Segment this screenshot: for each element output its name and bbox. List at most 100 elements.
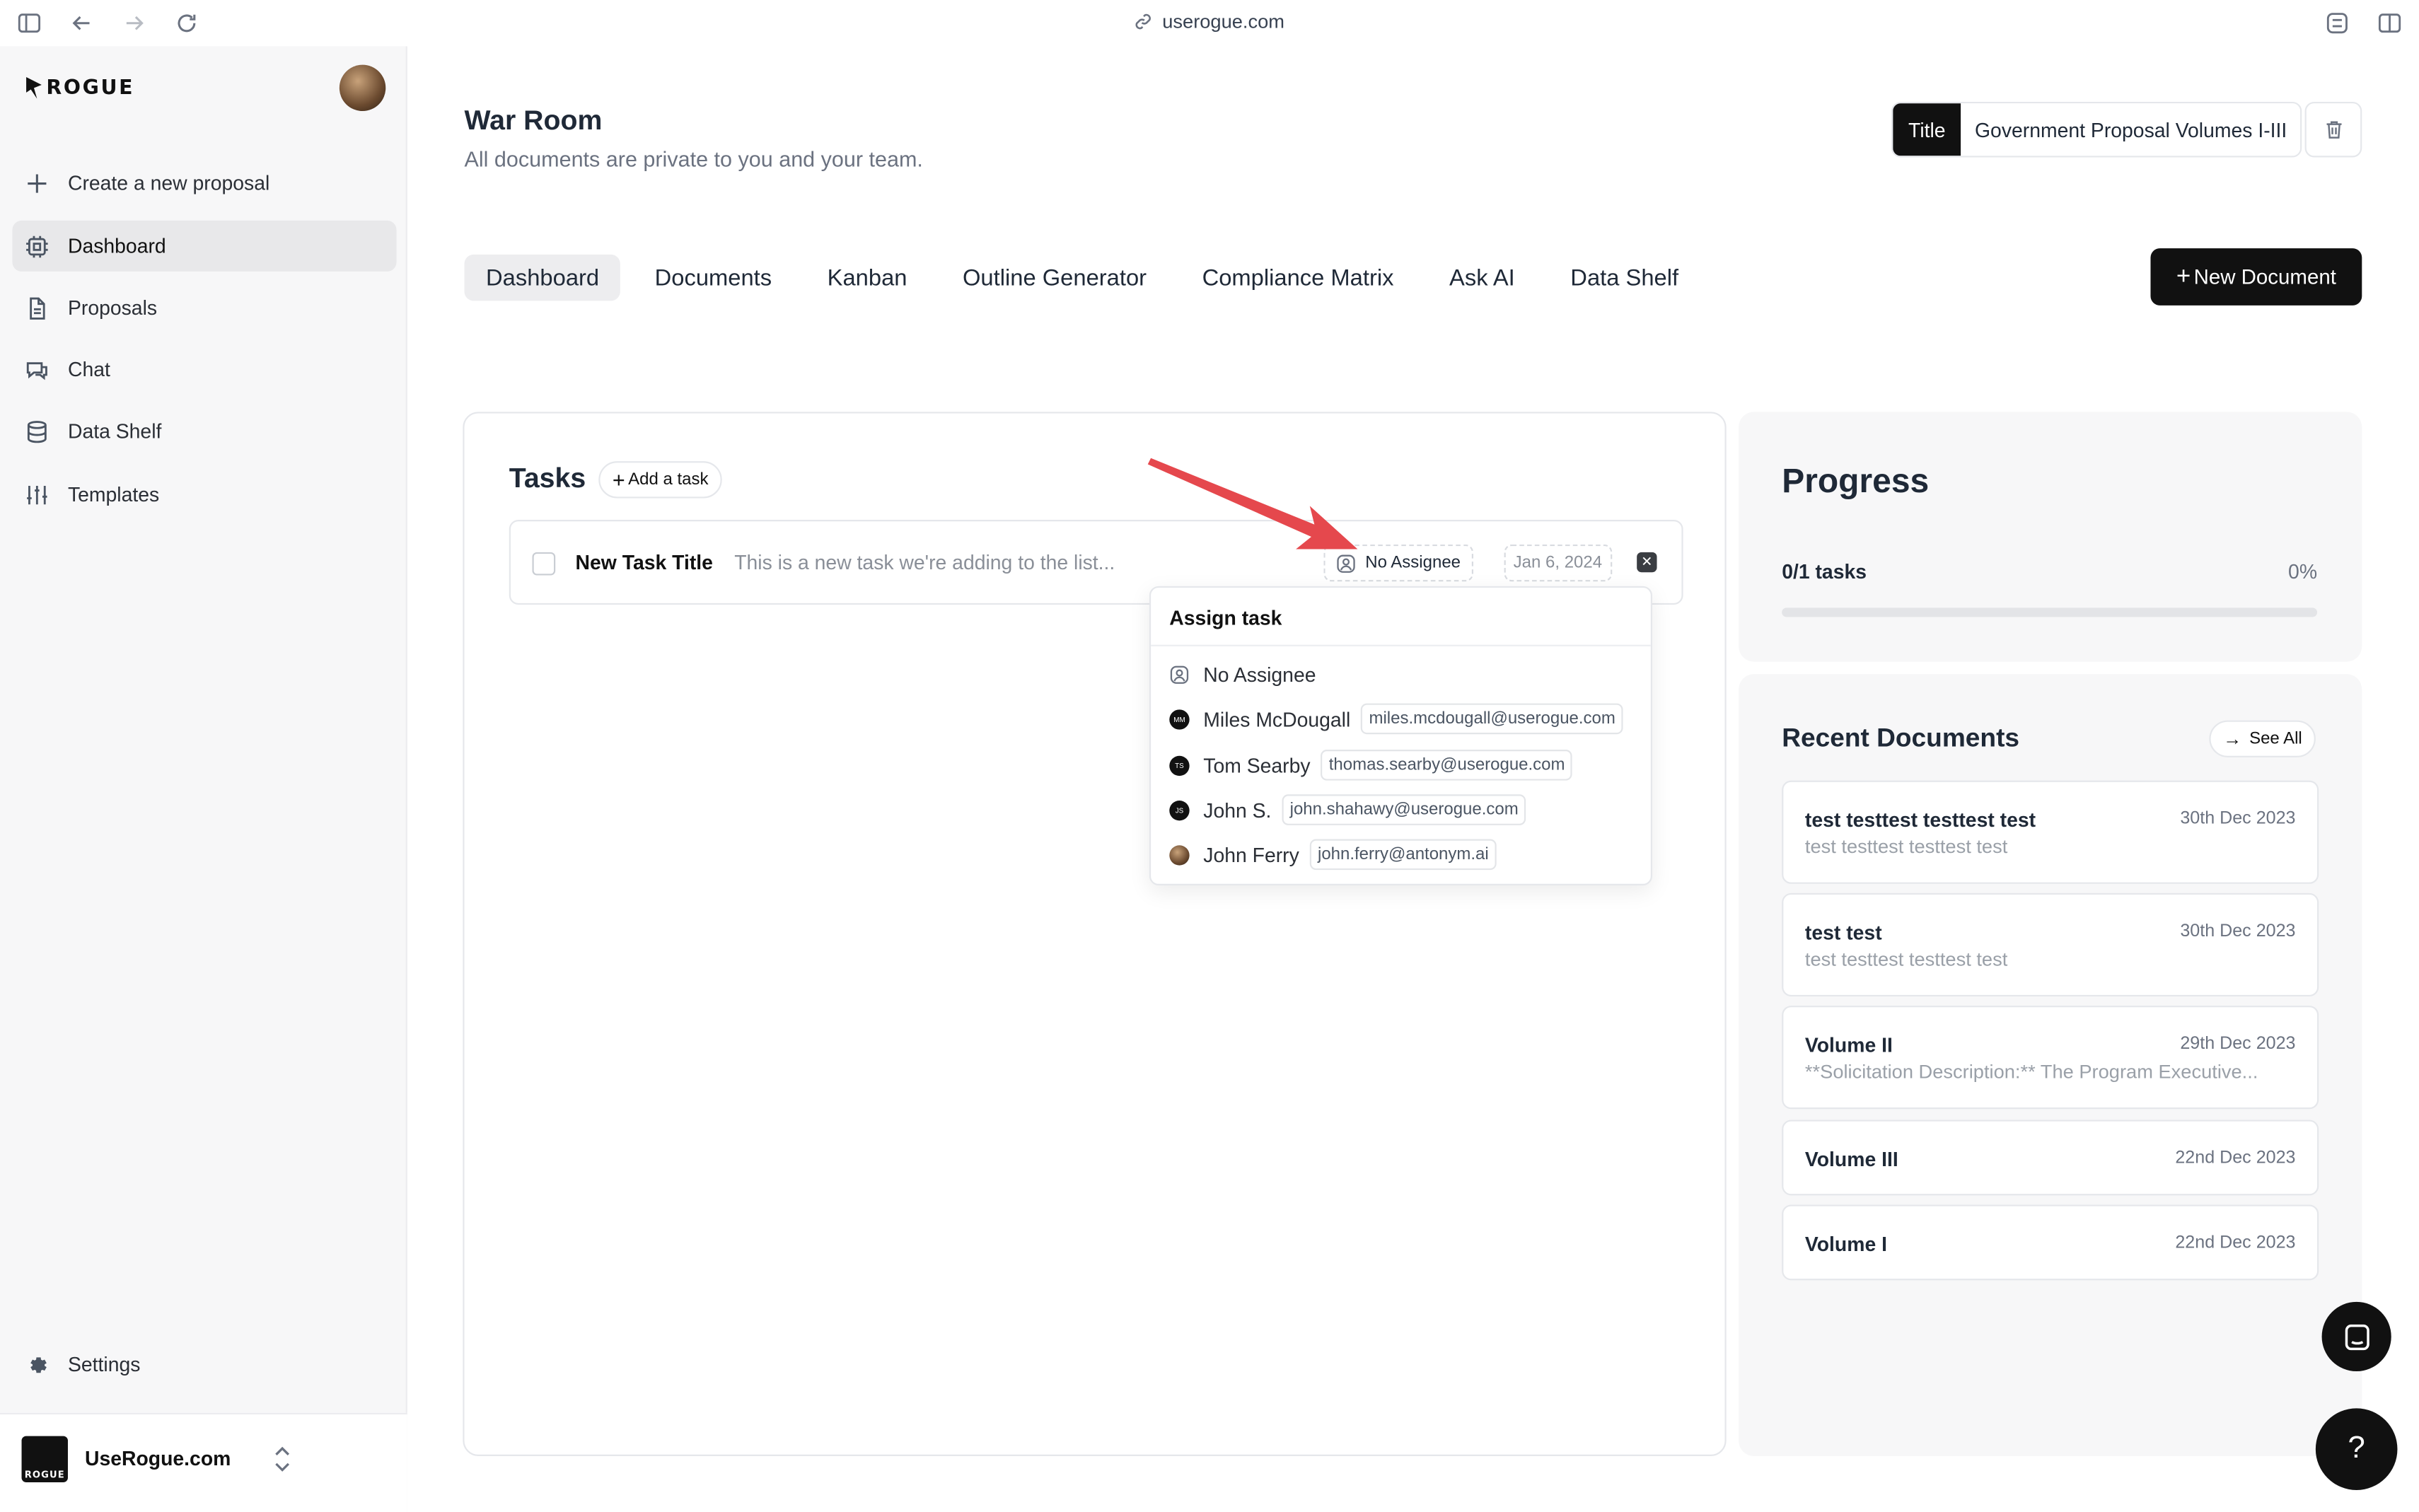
brand-logo[interactable]: ROGUE xyxy=(25,73,134,104)
sidebar-item-label: Create a new proposal xyxy=(67,171,270,194)
cpu-icon xyxy=(26,235,48,257)
recent-document-card[interactable]: test test 30th Dec 2023 test testtest te… xyxy=(1782,892,2319,997)
task-description[interactable]: This is a new task we're adding to the l… xyxy=(734,551,1115,574)
sidebar-item-templates[interactable]: Templates xyxy=(12,469,396,520)
assign-option-email: john.ferry@antonym.ai xyxy=(1310,839,1497,871)
avatar xyxy=(1169,844,1190,865)
browser-toolbar: userogue.com xyxy=(0,0,2419,47)
assign-option-john-s[interactable]: JS John S. john.shahawy@userogue.com xyxy=(1169,793,1526,827)
document-date: 30th Dec 2023 xyxy=(2180,922,2296,941)
chat-icon xyxy=(26,361,47,380)
sidebar-item-data-shelf[interactable]: Data Shelf xyxy=(12,406,396,457)
recent-document-card[interactable]: Volume III 22nd Dec 2023 xyxy=(1782,1120,2319,1196)
org-logo: ROGUE xyxy=(21,1436,68,1483)
url-text: userogue.com xyxy=(1162,11,1285,33)
sidebar-item-chat[interactable]: Chat xyxy=(12,344,396,395)
sidebar-item-label: Templates xyxy=(67,482,160,506)
due-date-button[interactable]: Jan 6, 2024 xyxy=(1504,544,1612,582)
assign-option-tom[interactable]: TS Tom Searby thomas.searby@userogue.com xyxy=(1169,748,1573,782)
sidebar-item-settings[interactable]: Settings xyxy=(12,1339,140,1390)
avatar: TS xyxy=(1169,755,1190,776)
split-view-icon[interactable] xyxy=(2377,11,2402,35)
add-task-label: Add a task xyxy=(628,470,709,489)
link-icon xyxy=(1136,13,1152,30)
assign-option-name: John S. xyxy=(1203,798,1272,822)
tab-kanban[interactable]: Kanban xyxy=(806,255,929,301)
progress-panel: Progress 0/1 tasks 0% xyxy=(1739,412,2362,662)
new-document-label: New Document xyxy=(2193,265,2336,289)
document-date: 22nd Dec 2023 xyxy=(2175,1148,2296,1168)
delete-task-icon[interactable]: ✕ xyxy=(1637,552,1657,573)
progress-bar xyxy=(1782,607,2318,617)
rogue-feather-icon xyxy=(26,77,42,99)
assignee-label: No Assignee xyxy=(1365,554,1461,573)
chat-bubble-icon xyxy=(2344,1323,2369,1350)
org-switcher[interactable]: ROGUE UseRogue.com xyxy=(0,1412,407,1512)
document-title: Volume II xyxy=(1804,1033,1893,1057)
tab-compliance-matrix[interactable]: Compliance Matrix xyxy=(1181,255,1415,301)
chevron-up-down-icon xyxy=(275,1446,290,1472)
tab-dashboard[interactable]: Dashboard xyxy=(464,254,621,301)
title-tag: Title xyxy=(1893,103,1961,156)
address-bar[interactable]: userogue.com xyxy=(0,11,2419,33)
tasks-panel: Tasks + Add a task New Task Title This is… xyxy=(463,412,1727,1456)
document-title: test testtest testtest test xyxy=(1804,808,2036,832)
assign-task-title: Assign task xyxy=(1169,606,1282,629)
document-title-field[interactable]: Title Government Proposal Volumes I-III xyxy=(1891,101,2303,158)
recent-document-card[interactable]: test testtest testtest test 30th Dec 202… xyxy=(1782,780,2319,884)
tab-outline-generator[interactable]: Outline Generator xyxy=(941,255,1168,301)
user-circle-icon xyxy=(1170,665,1189,683)
settings-label: Settings xyxy=(67,1352,141,1376)
arrow-right-icon: → xyxy=(2222,728,2242,750)
assign-option-name: Tom Searby xyxy=(1203,753,1311,777)
see-all-button[interactable]: → See All xyxy=(2209,720,2316,757)
document-date: 22nd Dec 2023 xyxy=(2175,1233,2296,1253)
recent-document-card[interactable]: Volume I 22nd Dec 2023 xyxy=(1782,1204,2319,1281)
plus-icon: + xyxy=(2176,262,2191,289)
document-title: Volume I xyxy=(1804,1232,1887,1256)
assign-option-email: thomas.searby@userogue.com xyxy=(1321,750,1573,781)
assign-option-john-ferry[interactable]: John Ferry john.ferry@antonym.ai xyxy=(1169,837,1497,871)
document-title: Volume III xyxy=(1804,1147,1898,1171)
title-value[interactable]: Government Proposal Volumes I-III xyxy=(1961,103,2301,156)
tasks-title: Tasks xyxy=(509,463,586,494)
extension-icon[interactable] xyxy=(2325,11,2350,35)
assign-option-name: No Assignee xyxy=(1203,662,1316,686)
sidebar: ROGUE Create a new proposal Dashboard Pr… xyxy=(0,46,407,1512)
task-checkbox[interactable] xyxy=(532,552,556,576)
assign-option-miles[interactable]: MM Miles McDougall miles.mcdougall@usero… xyxy=(1169,702,1623,735)
add-task-button[interactable]: + Add a task xyxy=(598,461,723,499)
sidebar-item-proposals[interactable]: Proposals xyxy=(12,282,396,333)
document-preview: **Solicitation Description:** The Progra… xyxy=(1804,1061,2258,1083)
document-date: 30th Dec 2023 xyxy=(2180,810,2296,829)
assign-option-name: John Ferry xyxy=(1203,842,1299,866)
sidebar-item-create-proposal[interactable]: Create a new proposal xyxy=(12,157,396,208)
assignee-button[interactable]: No Assignee xyxy=(1323,544,1473,582)
recent-documents-panel: Recent Documents → See All test testtest … xyxy=(1739,674,2362,1456)
help-button[interactable]: ? xyxy=(2315,1408,2398,1490)
tab-ask-ai[interactable]: Ask AI xyxy=(1427,255,1536,301)
tab-documents[interactable]: Documents xyxy=(633,255,794,301)
sidebar-item-label: Data Shelf xyxy=(67,419,162,443)
tab-data-shelf[interactable]: Data Shelf xyxy=(1549,255,1700,301)
gear-icon xyxy=(30,1356,47,1373)
sliders-icon xyxy=(27,484,47,504)
document-title: test test xyxy=(1804,921,1882,944)
progress-percent: 0% xyxy=(2288,559,2318,583)
progress-count: 0/1 tasks xyxy=(1782,559,1867,583)
recent-document-card[interactable]: Volume II 29th Dec 2023 **Solicitation D… xyxy=(1782,1006,2319,1110)
task-name[interactable]: New Task Title xyxy=(576,551,713,574)
delete-button[interactable] xyxy=(2304,101,2362,158)
user-circle-icon xyxy=(1337,554,1355,572)
assign-option-none[interactable]: No Assignee xyxy=(1169,657,1316,691)
divider xyxy=(1151,644,1651,646)
org-logo-text: ROGUE xyxy=(24,1470,65,1481)
trash-icon xyxy=(2326,121,2341,139)
new-document-button[interactable]: + New Document xyxy=(2150,248,2362,306)
chat-launcher-button[interactable] xyxy=(2321,1301,2391,1372)
page-subtitle: All documents are private to you and you… xyxy=(464,146,923,172)
sidebar-item-dashboard[interactable]: Dashboard xyxy=(12,220,397,272)
database-icon xyxy=(27,420,47,443)
main-tabs: Dashboard Documents Kanban Outline Gener… xyxy=(464,254,1713,301)
user-avatar[interactable] xyxy=(339,64,386,112)
